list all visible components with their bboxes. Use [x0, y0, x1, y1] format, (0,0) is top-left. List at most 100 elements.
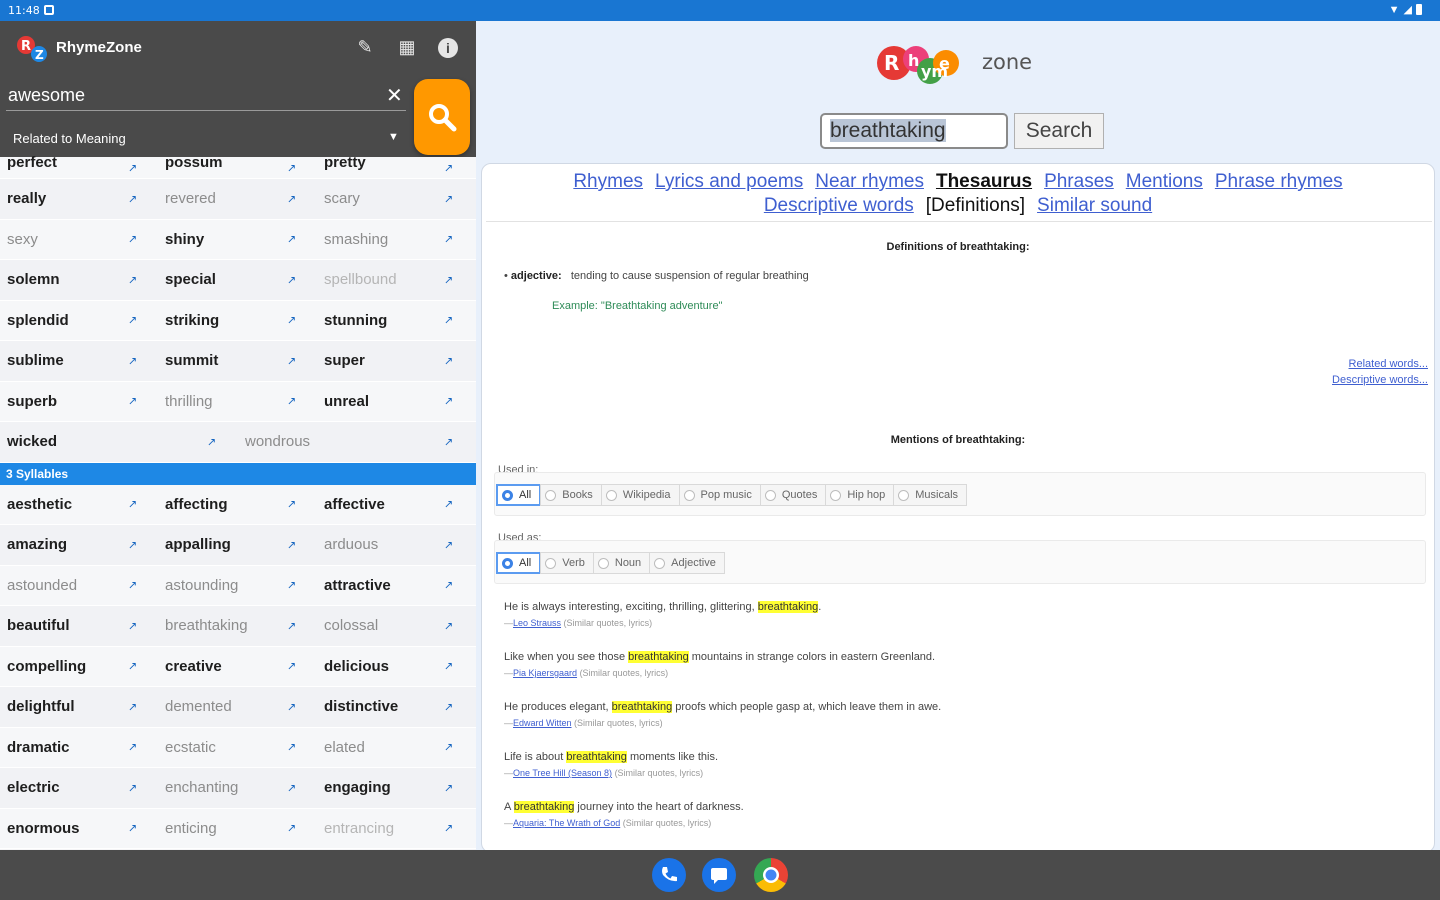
word-item[interactable]: affective — [324, 485, 385, 525]
word-item[interactable]: delightful — [7, 687, 75, 727]
open-word-icon[interactable]: ↗ — [128, 498, 137, 511]
open-word-icon[interactable]: ↗ — [287, 273, 296, 286]
word-item[interactable]: astounded — [7, 566, 77, 606]
open-word-icon[interactable]: ↗ — [287, 395, 296, 408]
open-word-icon[interactable]: ↗ — [287, 498, 296, 511]
clear-icon[interactable]: ✕ — [386, 83, 403, 108]
open-word-icon[interactable]: ↗ — [128, 273, 137, 286]
word-item[interactable]: unreal — [324, 382, 369, 422]
word-item[interactable]: attractive — [324, 566, 391, 606]
search-input[interactable]: awesome — [8, 85, 85, 106]
open-word-icon[interactable]: ↗ — [287, 822, 296, 835]
word-item[interactable]: elated — [324, 728, 365, 768]
word-item[interactable]: spellbound — [324, 260, 397, 300]
word-item[interactable]: stunning — [324, 301, 387, 341]
nav-lyrics[interactable]: Lyrics and poems — [655, 171, 803, 192]
word-item[interactable]: wondrous — [245, 422, 310, 462]
word-item[interactable]: colossal — [324, 606, 378, 646]
nav-phrase-rhymes[interactable]: Phrase rhymes — [1215, 171, 1343, 192]
word-item[interactable]: demented — [165, 687, 232, 727]
used-in-option[interactable]: Books — [540, 484, 602, 506]
open-word-icon[interactable]: ↗ — [287, 781, 296, 794]
open-word-icon[interactable]: ↗ — [287, 161, 296, 174]
open-word-icon[interactable]: ↗ — [128, 619, 137, 632]
edit-icon[interactable]: ✎ — [354, 36, 376, 58]
open-word-icon[interactable]: ↗ — [444, 822, 453, 835]
open-word-icon[interactable]: ↗ — [128, 700, 137, 713]
word-item[interactable]: enchanting — [165, 768, 238, 808]
open-word-icon[interactable]: ↗ — [444, 538, 453, 551]
word-item[interactable]: appalling — [165, 525, 231, 565]
open-word-icon[interactable]: ↗ — [128, 538, 137, 551]
word-item[interactable]: arduous — [324, 525, 378, 565]
mention-author-link[interactable]: Edward Witten — [513, 718, 572, 728]
word-item[interactable]: amazing — [7, 525, 67, 565]
open-word-icon[interactable]: ↗ — [444, 619, 453, 632]
open-word-icon[interactable]: ↗ — [128, 354, 137, 367]
info-icon[interactable]: i — [437, 36, 459, 58]
word-item[interactable]: revered — [165, 179, 216, 219]
open-word-icon[interactable]: ↗ — [444, 781, 453, 794]
word-item[interactable]: sexy — [7, 220, 38, 260]
used-as-option[interactable]: Adjective — [649, 552, 725, 574]
word-item[interactable]: striking — [165, 301, 219, 341]
open-word-icon[interactable]: ↗ — [287, 314, 296, 327]
word-item[interactable]: solemn — [7, 260, 60, 300]
open-word-icon[interactable]: ↗ — [444, 233, 453, 246]
word-item[interactable]: delicious — [324, 647, 389, 687]
word-item[interactable]: summit — [165, 341, 218, 381]
open-word-icon[interactable]: ↗ — [287, 619, 296, 632]
open-word-icon[interactable]: ↗ — [128, 660, 137, 673]
nav-near-rhymes[interactable]: Near rhymes — [815, 171, 924, 192]
open-word-icon[interactable]: ↗ — [287, 192, 296, 205]
used-in-option[interactable]: Quotes — [759, 484, 827, 506]
mode-select[interactable]: Related to Meaning — [13, 131, 126, 146]
mention-author-link[interactable]: Aquaria: The Wrath of God — [513, 818, 620, 828]
nav-descriptive-words[interactable]: Descriptive words — [764, 195, 914, 216]
word-item[interactable]: enticing — [165, 809, 217, 849]
open-word-icon[interactable]: ↗ — [128, 314, 137, 327]
word-item[interactable]: perfect — [7, 154, 57, 175]
word-item[interactable]: possum — [165, 154, 223, 175]
word-item[interactable]: compelling — [7, 647, 86, 687]
descriptive-words-link[interactable]: Descriptive words... — [1332, 372, 1428, 388]
word-item[interactable]: wicked — [7, 422, 57, 462]
word-item[interactable]: special — [165, 260, 216, 300]
open-word-icon[interactable]: ↗ — [287, 700, 296, 713]
open-word-icon[interactable]: ↗ — [444, 660, 453, 673]
open-word-icon[interactable]: ↗ — [444, 579, 453, 592]
open-word-icon[interactable]: ↗ — [287, 741, 296, 754]
nav-similar-sound[interactable]: Similar sound — [1037, 195, 1152, 216]
open-word-icon[interactable]: ↗ — [128, 233, 137, 246]
word-item[interactable]: electric — [7, 768, 60, 808]
word-item[interactable]: dramatic — [7, 728, 70, 768]
open-word-icon[interactable]: ↗ — [444, 354, 453, 367]
used-as-option[interactable]: Verb — [540, 552, 594, 574]
open-word-icon[interactable]: ↗ — [128, 395, 137, 408]
open-word-icon[interactable]: ↗ — [287, 354, 296, 367]
open-word-icon[interactable]: ↗ — [128, 741, 137, 754]
mention-author-link[interactable]: Leo Strauss — [513, 618, 561, 628]
messages-icon[interactable] — [702, 858, 736, 892]
open-word-icon[interactable]: ↗ — [128, 192, 137, 205]
open-word-icon[interactable]: ↗ — [444, 498, 453, 511]
open-word-icon[interactable]: ↗ — [444, 395, 453, 408]
word-item[interactable]: creative — [165, 647, 222, 687]
word-item[interactable]: smashing — [324, 220, 388, 260]
open-word-icon[interactable]: ↗ — [287, 579, 296, 592]
open-word-icon[interactable]: ↗ — [444, 314, 453, 327]
used-as-option[interactable]: All — [496, 552, 542, 574]
open-word-icon[interactable]: ↗ — [444, 700, 453, 713]
nav-phrases[interactable]: Phrases — [1044, 171, 1114, 192]
word-item[interactable]: pretty — [324, 154, 366, 175]
used-in-option[interactable]: Pop music — [678, 484, 761, 506]
mention-author-link[interactable]: Pia Kjaersgaard — [513, 668, 577, 678]
word-item[interactable]: shiny — [165, 220, 204, 260]
open-word-icon[interactable]: ↗ — [444, 435, 453, 448]
chrome-icon[interactable] — [754, 858, 788, 892]
open-word-icon[interactable]: ↗ — [287, 233, 296, 246]
used-in-option[interactable]: All — [496, 484, 542, 506]
open-word-icon[interactable]: ↗ — [207, 435, 216, 448]
open-word-icon[interactable]: ↗ — [128, 161, 137, 174]
nav-thesaurus[interactable]: Thesaurus — [936, 171, 1032, 192]
